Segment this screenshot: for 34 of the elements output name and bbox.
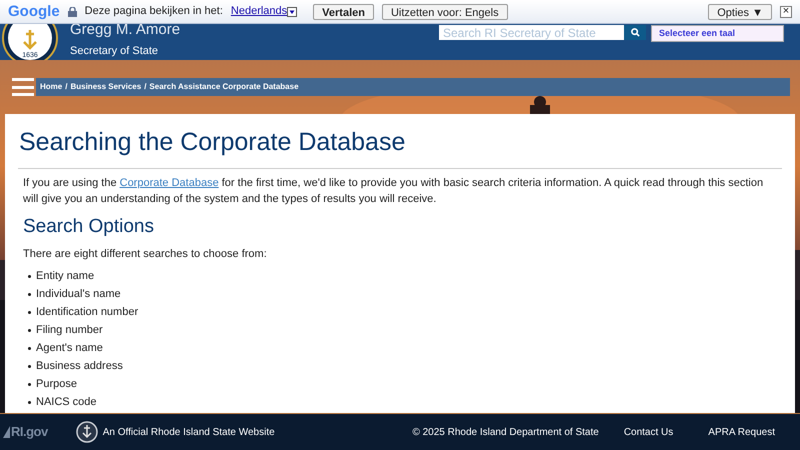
language-link[interactable]: Nederlands bbox=[230, 3, 288, 20]
language-select[interactable]: Selecteer een taal bbox=[651, 25, 784, 42]
breadcrumb-separator: / bbox=[65, 81, 68, 93]
footer-link[interactable]: APRA Request bbox=[708, 424, 775, 440]
search-option: Entity name bbox=[36, 270, 94, 282]
translate-button[interactable]: Vertalen bbox=[313, 4, 374, 20]
official-name: Gregg M. Amore bbox=[70, 20, 180, 40]
google-logo: Google bbox=[8, 4, 60, 19]
copyright-text: © 2025 Rhode Island Department of State bbox=[412, 426, 599, 440]
close-button[interactable]: × bbox=[780, 6, 792, 18]
breadcrumb-link[interactable]: Search Assistance Corporate Database bbox=[149, 81, 299, 93]
database-link[interactable]: Corporate Database bbox=[120, 176, 219, 188]
official-site-text: An Official Rhode Island State Website bbox=[102, 426, 275, 440]
section-heading: Search Options bbox=[23, 214, 155, 238]
intro-paragraph: If you are using the Corporate Database for the first time, we'd like to provide you with basic search criteria information. A quick read through this section will give you an understanding of the system and the types of results you will receive. bbox=[23, 176, 764, 206]
search-field[interactable]: Search RI Secretary of State bbox=[439, 25, 624, 40]
disable-button[interactable]: Uitzetten voor: Engels bbox=[382, 4, 508, 20]
rigov-logo: RI.gov bbox=[11, 423, 48, 442]
search-option: Identification number bbox=[36, 306, 138, 318]
footer-link[interactable]: Contact Us bbox=[624, 424, 674, 440]
search-option: Individual's name bbox=[36, 288, 121, 300]
search-option: Agent's name bbox=[36, 342, 103, 354]
translate-prompt: Deze pagina bekijken in het: bbox=[84, 4, 223, 20]
search-option: Filing number bbox=[36, 324, 103, 336]
breadcrumb-link[interactable]: Business Services bbox=[70, 81, 142, 93]
search-option: NAICS code bbox=[36, 396, 97, 408]
official-title: Secretary of State bbox=[70, 44, 160, 58]
breadcrumb-separator: / bbox=[144, 81, 146, 93]
search-option: Purpose bbox=[36, 378, 77, 390]
page-heading: Searching the Corporate Database bbox=[18, 114, 782, 168]
lead-text: There are eight different searches to choose from: bbox=[23, 247, 268, 262]
breadcrumb-link[interactable]: Home bbox=[40, 81, 62, 93]
options-button[interactable]: Opties ▼ bbox=[708, 4, 772, 20]
search-option: Business address bbox=[36, 360, 123, 372]
